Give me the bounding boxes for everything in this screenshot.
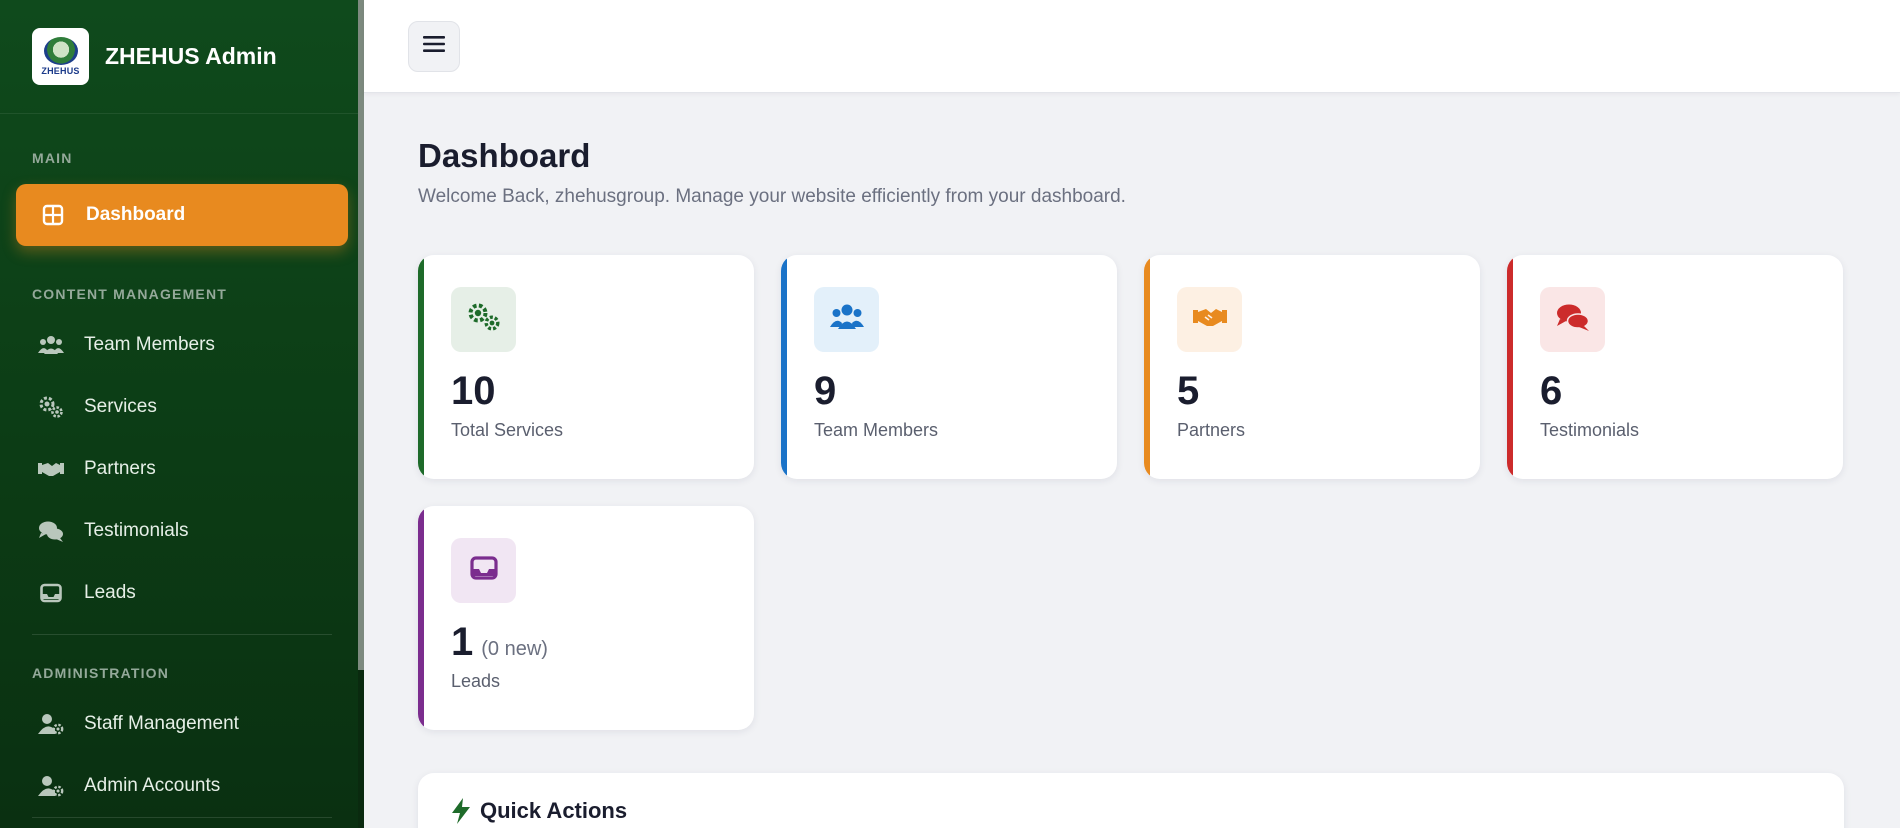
quick-actions-title: Quick Actions: [480, 798, 628, 823]
stat-value-row: 1 (0 new): [451, 620, 548, 665]
comments-icon: [1556, 303, 1590, 336]
brand[interactable]: ZHEHUS ZHEHUS Admin: [0, 0, 364, 114]
stat-card-services[interactable]: 10 Total Services: [418, 255, 754, 479]
stat-value: 5: [1177, 369, 1200, 413]
stat-icon-box: [451, 287, 516, 352]
stat-label: Total Services: [451, 420, 564, 440]
stat-card-partners[interactable]: 5 Partners: [1144, 255, 1480, 479]
stat-value-row: 9: [814, 369, 844, 414]
main-content: Dashboard Welcome Back, zhehusgroup. Man…: [364, 93, 1900, 828]
stat-value-row: 5: [1177, 369, 1207, 414]
stat-value-row: 10: [451, 369, 504, 414]
sidebar-item-staff-management[interactable]: Staff Management: [16, 693, 348, 755]
users-icon: [829, 304, 864, 335]
stat-value: 6: [1540, 369, 1563, 413]
stat-icon-box: [1177, 287, 1242, 352]
stat-icon-box: [1540, 287, 1605, 352]
sidebar-item-label: Dashboard: [86, 204, 186, 225]
sidebar-item-services[interactable]: Services: [16, 376, 348, 438]
sidebar-item-partners[interactable]: Partners: [16, 438, 348, 500]
inbox-icon: [469, 556, 498, 585]
stat-value: 9: [814, 369, 837, 413]
bolt-icon: [450, 798, 472, 824]
sidebar-item-dashboard[interactable]: Dashboard: [16, 184, 348, 246]
nav-section-content: CONTENT MANAGEMENT: [32, 286, 228, 302]
sidebar-item-label: Leads: [84, 582, 136, 603]
nav-section-main: MAIN: [32, 150, 73, 166]
card-accent: [781, 255, 787, 479]
sidebar-item-label: Services: [84, 396, 157, 417]
stat-label: Partners: [1177, 420, 1246, 440]
stat-value: 10: [451, 369, 496, 413]
cogs-icon: [38, 394, 64, 420]
topbar: [364, 0, 1900, 93]
stat-value-row: 6: [1540, 369, 1570, 414]
stat-value: 1: [451, 620, 474, 664]
menu-toggle-button[interactable]: [408, 21, 460, 72]
sidebar-item-label: Admin Accounts: [84, 775, 221, 796]
user-cog-icon: [38, 711, 64, 737]
sidebar-item-label: Staff Management: [84, 713, 239, 734]
stat-value-extra: (0 new): [481, 638, 548, 660]
sidebar-item-testimonials[interactable]: Testimonials: [16, 500, 348, 562]
cogs-icon: [467, 303, 501, 336]
user-cog-icon: [38, 773, 64, 799]
hamburger-icon: [423, 35, 445, 58]
card-accent: [1144, 255, 1150, 479]
stat-icon-box: [814, 287, 879, 352]
stat-card-testimonials[interactable]: 6 Testimonials: [1507, 255, 1843, 479]
dashboard-grid-icon: [40, 202, 66, 228]
card-accent: [418, 506, 424, 730]
nav-section-admin: ADMINISTRATION: [32, 665, 170, 681]
quick-actions-panel: Quick Actions: [418, 773, 1844, 828]
sidebar-item-label: Team Members: [84, 334, 215, 355]
sidebar-item-admin-accounts[interactable]: Admin Accounts: [16, 755, 348, 817]
card-accent: [418, 255, 424, 479]
brand-title: ZHEHUS Admin: [105, 43, 277, 69]
stat-card-leads[interactable]: 1 (0 new) Leads: [418, 506, 754, 730]
sidebar-item-label: Testimonials: [84, 520, 189, 541]
inbox-icon: [38, 580, 64, 606]
sidebar: ZHEHUS ZHEHUS Admin MAIN Dashboard CONTE…: [0, 0, 364, 828]
logo-text: ZHEHUS: [41, 66, 80, 76]
sidebar-item-label: Partners: [84, 458, 156, 479]
stat-label: Leads: [451, 671, 501, 691]
sidebar-item-team-members[interactable]: Team Members: [16, 314, 348, 376]
stat-label: Team Members: [814, 420, 939, 440]
page-title: Dashboard: [418, 137, 591, 174]
logo-mark-icon: [43, 37, 78, 65]
users-icon: [38, 332, 64, 358]
handshake-icon: [1192, 306, 1227, 333]
comments-icon: [38, 518, 64, 544]
admin-app: ZHEHUS ZHEHUS Admin MAIN Dashboard CONTE…: [0, 0, 1900, 828]
sidebar-item-leads[interactable]: Leads: [16, 562, 348, 624]
stat-card-team-members[interactable]: 9 Team Members: [781, 255, 1117, 479]
stat-icon-box: [451, 538, 516, 603]
handshake-icon: [38, 456, 64, 482]
card-accent: [1507, 255, 1513, 479]
stat-label: Testimonials: [1540, 420, 1640, 440]
page-subtitle: Welcome Back, zhehusgroup. Manage your w…: [418, 186, 1126, 207]
brand-logo: ZHEHUS: [32, 28, 89, 85]
nav-divider: [32, 817, 332, 818]
